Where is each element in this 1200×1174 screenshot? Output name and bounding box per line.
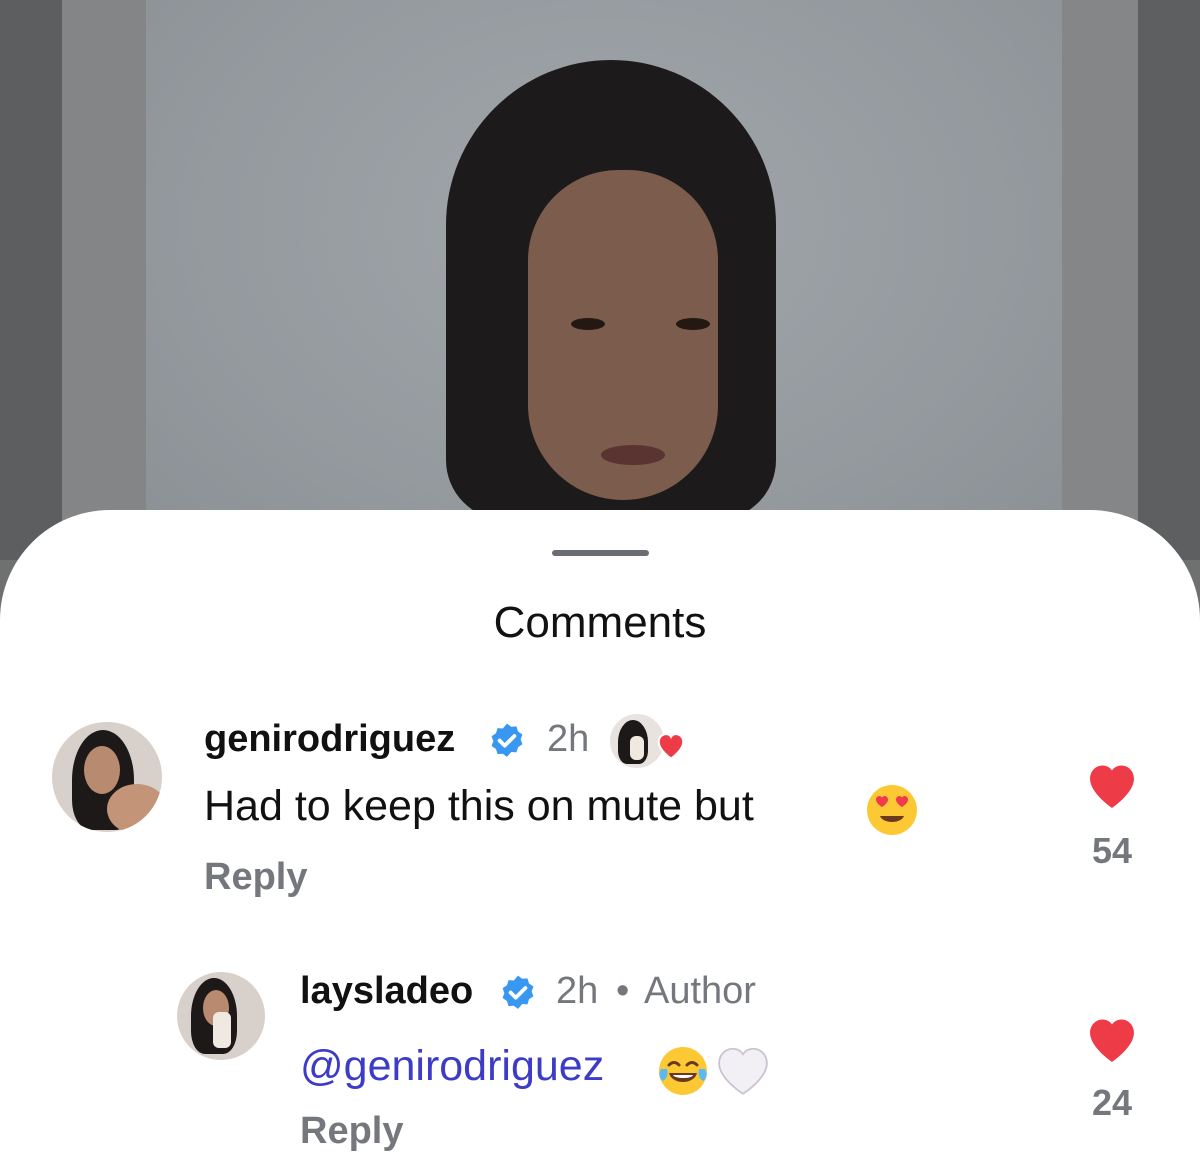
- like-heart-icon[interactable]: [1086, 1017, 1138, 1063]
- white-heart-emoji-icon: [718, 1047, 768, 1095]
- mention-link[interactable]: @genirodriguez: [300, 1042, 604, 1091]
- meta-separator: •: [616, 970, 630, 1012]
- frame-right: [1062, 0, 1138, 560]
- liked-by-creator-indicator: [608, 712, 688, 770]
- comment-time: 2h: [556, 970, 599, 1012]
- like-count: 54: [1091, 830, 1133, 871]
- comment-text: Had to keep this on mute but: [204, 782, 754, 830]
- comment-time: 2h: [547, 718, 590, 760]
- frame-left: [62, 0, 146, 560]
- comments-sheet: Comments genirodriguez 2h Had to keep th…: [0, 510, 1200, 1174]
- comment-username[interactable]: laysladeo: [300, 970, 473, 1013]
- heart-eyes-emoji-icon: [867, 785, 917, 835]
- verified-badge-icon: [491, 723, 523, 757]
- photo-eye: [676, 318, 710, 330]
- verified-badge-icon: [502, 975, 534, 1009]
- comment-username[interactable]: genirodriguez: [204, 718, 455, 761]
- reel-photo: [146, 0, 1062, 560]
- photo-lips: [601, 445, 665, 465]
- reply-button[interactable]: Reply: [204, 856, 307, 899]
- avatar[interactable]: [52, 722, 162, 832]
- like-heart-icon[interactable]: [1086, 763, 1138, 809]
- background-right: [1138, 0, 1200, 560]
- background-left: [0, 0, 62, 560]
- like-count: 24: [1091, 1082, 1133, 1123]
- heart-icon: [657, 733, 685, 760]
- drag-handle[interactable]: [552, 550, 649, 556]
- reply-button[interactable]: Reply: [300, 1110, 403, 1153]
- avatar[interactable]: [177, 972, 265, 1060]
- photo-eye: [571, 318, 605, 330]
- sheet-title: Comments: [493, 598, 707, 647]
- author-label: Author: [644, 970, 756, 1012]
- tears-of-joy-emoji-icon: [659, 1047, 707, 1095]
